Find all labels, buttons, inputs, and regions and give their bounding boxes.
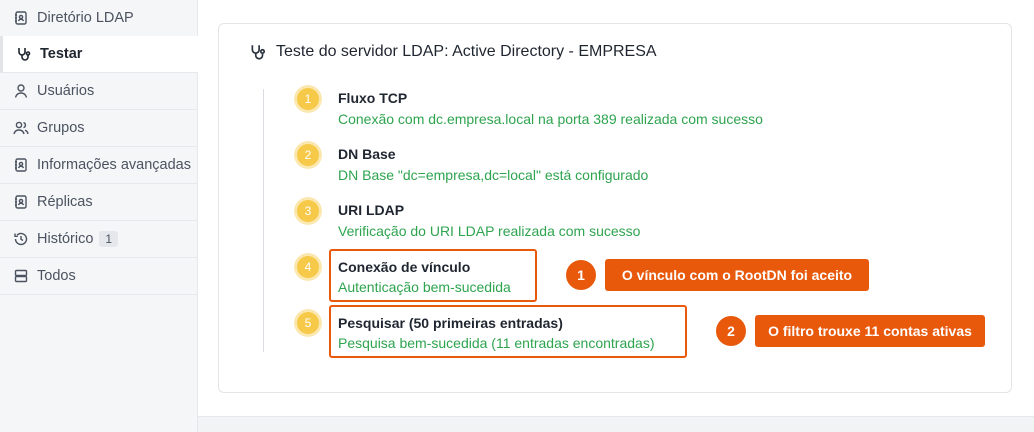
sidebar: Diretório LDAP Testar Usuários Grupos In… <box>0 0 198 432</box>
sidebar-item-groups[interactable]: Grupos <box>0 110 198 147</box>
page-title: Teste do servidor LDAP: Active Directory… <box>276 43 657 60</box>
address-book-icon <box>13 194 29 210</box>
sidebar-item-advanced-info[interactable]: Informações avançadas <box>0 147 198 184</box>
step-title: Fluxo TCP <box>338 90 408 106</box>
card-header: Teste do servidor LDAP: Active Directory… <box>249 43 657 61</box>
address-book-icon <box>13 10 29 26</box>
sidebar-item-label: Diretório LDAP <box>37 10 134 26</box>
step-number-badge: 4 <box>297 256 319 278</box>
main-content: Teste do servidor LDAP: Active Directory… <box>198 0 1034 416</box>
sidebar-item-label: Histórico <box>37 231 94 247</box>
stethoscope-icon <box>249 43 267 61</box>
step-number-badge: 1 <box>297 88 319 110</box>
callout-label-1: O vínculo com o RootDN foi aceito <box>605 259 869 291</box>
sidebar-item-users[interactable]: Usuários <box>0 73 198 110</box>
step-description: Conexão com dc.empresa.local na porta 38… <box>338 111 763 127</box>
callout-number-1: 1 <box>566 260 596 290</box>
users-icon <box>13 120 29 136</box>
address-book-icon <box>13 157 29 173</box>
step-title: DN Base <box>338 146 396 162</box>
stethoscope-icon <box>16 46 32 62</box>
step-description: Verificação do URI LDAP realizada com su… <box>338 223 641 239</box>
history-count-badge: 1 <box>99 231 119 247</box>
sidebar-item-test[interactable]: Testar <box>0 36 198 73</box>
user-icon <box>13 83 29 99</box>
step-number-badge: 5 <box>297 312 319 334</box>
step-title: URI LDAP <box>338 202 405 218</box>
sidebar-item-label: Informações avançadas <box>37 157 191 173</box>
history-icon <box>13 231 29 247</box>
footer-strip <box>198 416 1034 432</box>
sidebar-item-history[interactable]: Histórico 1 <box>0 221 198 258</box>
sidebar-item-label: Grupos <box>37 120 85 136</box>
step-description: Autenticação bem-sucedida <box>338 279 511 295</box>
sidebar-item-label: Usuários <box>37 83 95 99</box>
sidebar-item-label: Réplicas <box>37 194 93 210</box>
timeline-line <box>263 89 264 352</box>
database-icon <box>13 268 29 284</box>
callout-number-2: 2 <box>716 316 746 346</box>
step-title: Conexão de vínculo <box>338 259 471 275</box>
step-description: DN Base "dc=empresa,dc=local" está confi… <box>338 167 649 183</box>
callout-label-2: O filtro trouxe 11 contas ativas <box>755 315 985 347</box>
sidebar-item-ldap-directory[interactable]: Diretório LDAP <box>0 0 198 37</box>
sidebar-item-all[interactable]: Todos <box>0 258 198 295</box>
sidebar-item-replicas[interactable]: Réplicas <box>0 184 198 221</box>
step-title: Pesquisar (50 primeiras entradas) <box>338 315 563 331</box>
ldap-test-card: Teste do servidor LDAP: Active Directory… <box>218 23 1012 393</box>
step-number-badge: 3 <box>297 200 319 222</box>
step-description: Pesquisa bem-sucedida (11 entradas encon… <box>338 335 655 351</box>
sidebar-item-label: Testar <box>40 46 83 62</box>
step-number-badge: 2 <box>297 144 319 166</box>
sidebar-item-label: Todos <box>37 268 76 284</box>
